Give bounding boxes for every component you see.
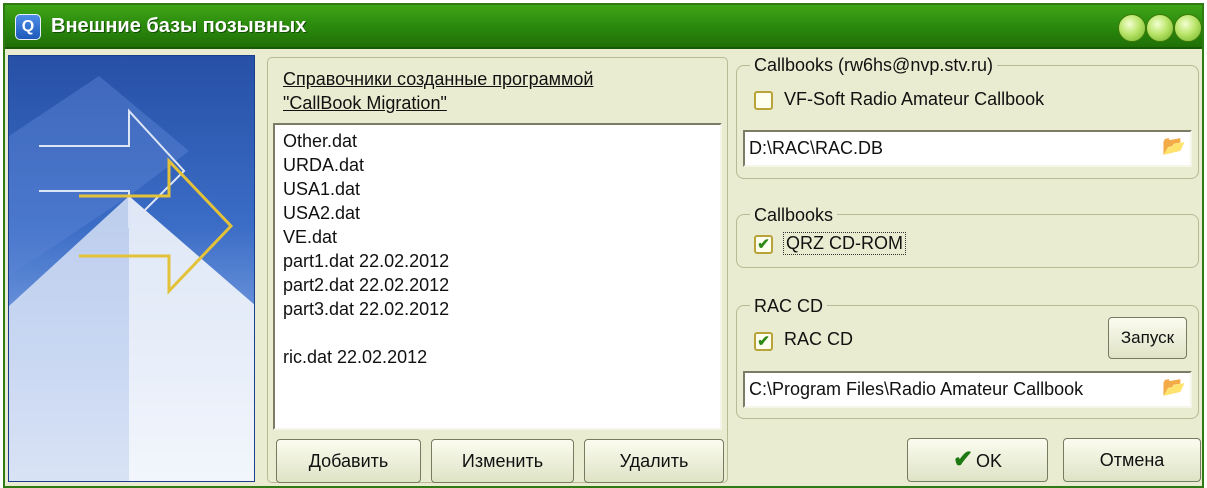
list-item[interactable]: Other.dat <box>283 131 357 152</box>
vf-soft-checkbox-label[interactable]: VF-Soft Radio Amateur Callbook <box>784 89 1044 110</box>
panel-title-line2: "CallBook Migration" <box>283 93 447 113</box>
rac-program-path-field[interactable]: C:\Program Files\Radio Amateur Callbook <box>743 371 1192 408</box>
list-item[interactable]: part3.dat 22.02.2012 <box>283 299 449 320</box>
app-logo-icon[interactable]: Q <box>15 14 41 40</box>
list-item[interactable]: USA1.dat <box>283 179 360 200</box>
title-bar[interactable]: Q Внешние базы позывных <box>5 5 1202 49</box>
rac-db-path-field[interactable]: D:\RAC\RAC.DB <box>743 130 1192 167</box>
arrow-graphic <box>9 76 254 481</box>
maximize-button[interactable] <box>1146 14 1174 42</box>
ok-button-label: OK <box>976 451 1003 471</box>
list-item[interactable]: part2.dat 22.02.2012 <box>283 275 449 296</box>
rac-cd-group-legend: RAC CD <box>750 296 828 317</box>
ok-button[interactable]: ✔ OK <box>907 438 1048 482</box>
cancel-button[interactable]: Отмена <box>1063 438 1201 482</box>
vf-soft-checkbox[interactable] <box>754 91 773 110</box>
list-item[interactable]: part1.dat 22.02.2012 <box>283 251 449 272</box>
edit-button[interactable]: Изменить <box>431 439 574 483</box>
qrz-group-legend: Callbooks <box>750 205 838 226</box>
qrz-cd-checkbox-label[interactable]: QRZ CD-ROM <box>783 232 906 255</box>
close-button[interactable] <box>1174 14 1202 42</box>
checkmark-icon: ✔ <box>952 446 974 473</box>
delete-button[interactable]: Удалить <box>584 439 724 483</box>
list-item[interactable]: ric.dat 22.02.2012 <box>283 347 427 368</box>
rac-cd-checkbox-label[interactable]: RAC CD <box>784 329 853 350</box>
add-button[interactable]: Добавить <box>276 439 421 483</box>
panel-title-line1: Справочники созданные программой <box>283 69 594 89</box>
open-folder-icon[interactable]: 📂 <box>1160 134 1188 162</box>
window-title: Внешние базы позывных <box>51 15 307 37</box>
callbook-list[interactable]: Other.dat URDA.dat USA1.dat USA2.dat VE.… <box>273 123 722 430</box>
launch-button[interactable]: Запуск <box>1108 317 1187 359</box>
callbooks-group-legend: Callbooks (rw6hs@nvp.stv.ru) <box>750 55 998 76</box>
list-item[interactable]: USA2.dat <box>283 203 360 224</box>
list-item[interactable]: VE.dat <box>283 227 337 248</box>
minimize-button[interactable] <box>1118 14 1146 42</box>
list-item[interactable]: URDA.dat <box>283 155 364 176</box>
qrz-cd-checkbox[interactable]: ✔ <box>754 235 773 254</box>
rac-cd-checkbox[interactable]: ✔ <box>754 332 773 351</box>
open-folder-icon[interactable]: 📂 <box>1160 375 1188 403</box>
banner-image <box>8 55 255 482</box>
